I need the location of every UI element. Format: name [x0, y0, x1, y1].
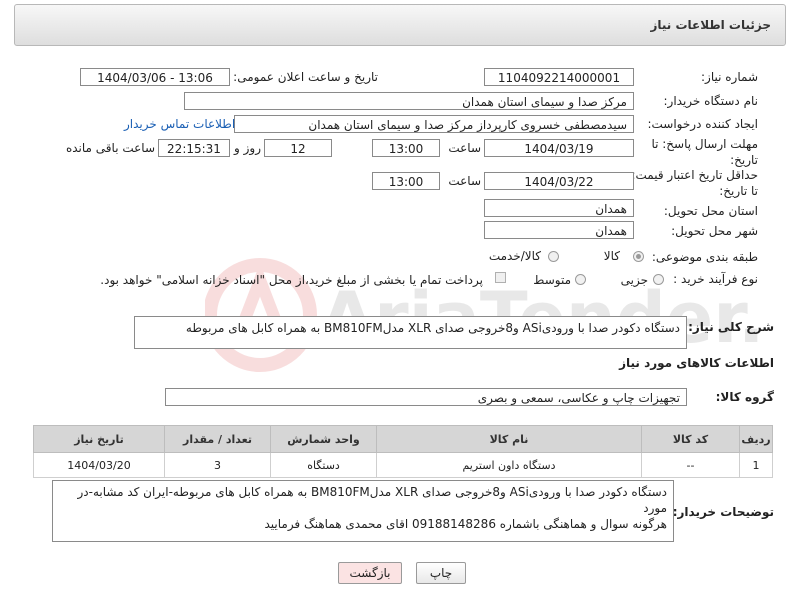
province-field: همدان — [484, 199, 634, 217]
process-option-minor: جزیی — [620, 273, 648, 287]
notes-label: توضیحات خریدار: — [672, 505, 774, 519]
page-title: جزئیات اطلاعات نیاز — [650, 18, 771, 32]
col-unit: واحد شمارش — [270, 425, 377, 453]
days-field: 12 — [264, 139, 332, 157]
category-radio-goods[interactable] — [633, 251, 644, 262]
process-radio-minor[interactable] — [653, 274, 664, 285]
buyer-org-field: مرکز صدا و سیمای استان همدان — [184, 92, 634, 110]
cell-name: دستگاه داون استریم — [376, 452, 642, 478]
col-name: نام کالا — [376, 425, 642, 453]
announce-label: تاریخ و ساعت اعلان عمومی: — [233, 70, 378, 84]
need-number-label: شماره نیاز: — [701, 70, 758, 84]
goods-group-field: تجهیزات چاپ و عکاسی، سمعی و بصری — [165, 388, 687, 406]
treasury-checkbox[interactable] — [495, 272, 506, 283]
process-label: نوع فرآیند خرید : — [673, 272, 758, 286]
deadline-time-label: ساعت — [448, 141, 481, 155]
notes-line-2: هرگونه سوال و هماهنگی باشماره 0918814828… — [264, 517, 667, 531]
validity-time-field: 13:00 — [372, 172, 440, 190]
col-row: ردیف — [739, 425, 773, 453]
buyer-org-label: نام دستگاه خریدار: — [663, 94, 759, 108]
print-button[interactable]: چاپ — [416, 562, 466, 584]
header-panel: جزئیات اطلاعات نیاز — [14, 4, 786, 46]
creator-field: سیدمصطفی خسروی کارپرداز مرکز صدا و سیمای… — [234, 115, 634, 133]
category-radio-goods-service[interactable] — [548, 251, 559, 262]
validity-label: حداقل تاریخ اعتبار قیمت: — [631, 168, 758, 182]
summary-field: دستگاه دکودر صدا با ورودیASi و8خروجی صدا… — [134, 316, 687, 349]
cell-code: -- — [641, 452, 740, 478]
goods-table: ردیف کد کالا نام کالا واحد شمارش تعداد /… — [33, 425, 773, 478]
need-number-field: 1104092214000001 — [484, 68, 634, 86]
creator-label: ایجاد کننده درخواست: — [647, 117, 758, 131]
validity-date-field: 1404/03/22 — [484, 172, 634, 190]
goods-group-label: گروه کالا: — [715, 390, 774, 404]
cell-qty: 3 — [164, 452, 271, 478]
cell-unit: دستگاه — [270, 452, 377, 478]
deadline-date-field: 1404/03/19 — [484, 139, 634, 157]
city-label: شهر محل تحویل: — [671, 224, 758, 238]
city-field: همدان — [484, 221, 634, 239]
notes-line-1: دستگاه دکودر صدا با ورودیASi و8خروجی صدا… — [77, 485, 667, 515]
validity-label-date: تا تاریخ: — [719, 184, 758, 198]
announce-field: 1404/03/06 - 13:06 — [80, 68, 230, 86]
deadline-time-field: 13:00 — [372, 139, 440, 157]
province-label: استان محل تحویل: — [663, 204, 758, 218]
col-qty: تعداد / مقدار — [164, 425, 271, 453]
cell-date: 1404/03/20 — [33, 452, 165, 478]
remaining-time-field: 22:15:31 — [158, 139, 230, 157]
deadline-label-date: تاریخ: — [730, 153, 758, 167]
days-label: روز و — [234, 141, 261, 155]
col-date: تاریخ نیاز — [33, 425, 165, 453]
validity-time-label: ساعت — [448, 174, 481, 188]
remaining-label: ساعت باقی مانده — [65, 141, 155, 155]
summary-label: شرح کلی نیاز: — [688, 320, 774, 334]
process-option-medium: متوسط — [533, 273, 571, 287]
col-code: کد کالا — [641, 425, 740, 453]
table-header-row: ردیف کد کالا نام کالا واحد شمارش تعداد /… — [33, 425, 773, 453]
table-row: 1 -- دستگاه داون استریم دستگاه 3 1404/03… — [33, 452, 773, 478]
contact-buyer-link[interactable]: اطلاعات تماس خریدار — [124, 117, 235, 131]
category-option-goods-service: کالا/خدمت — [488, 249, 541, 263]
notes-field: دستگاه دکودر صدا با ورودیASi و8خروجی صدا… — [52, 480, 674, 542]
treasury-note: پرداخت تمام یا بخشی از مبلغ خرید،از محل … — [100, 273, 483, 287]
deadline-label: مهلت ارسال پاسخ: تا — [651, 137, 758, 151]
cell-row: 1 — [739, 452, 773, 478]
back-button[interactable]: بازگشت — [338, 562, 402, 584]
goods-section-title: اطلاعات کالاهای مورد نیاز — [619, 356, 774, 370]
process-radio-medium[interactable] — [575, 274, 586, 285]
category-label: طبقه بندی موضوعی: — [651, 250, 758, 264]
category-option-goods: کالا — [603, 249, 620, 263]
